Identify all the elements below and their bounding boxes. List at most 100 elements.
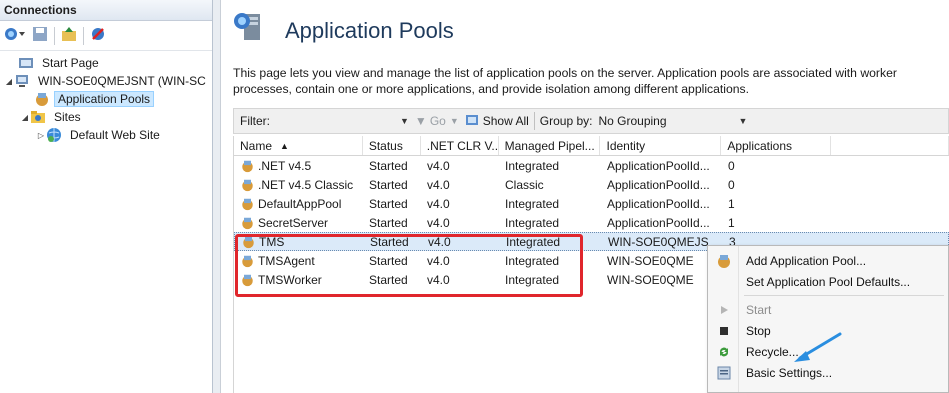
app-pool-icon xyxy=(240,159,258,173)
app-pools-icon xyxy=(36,93,48,106)
cell-applications: 1 xyxy=(728,196,735,211)
cell-managed-pipeline: Classic xyxy=(505,177,544,192)
group-by-select[interactable]: No Grouping xyxy=(598,114,738,128)
table-row[interactable]: .NET v4.5 Classic Started v4.0 Classic Appli… xyxy=(234,175,949,194)
menu-add-application-pool[interactable]: Add Application Pool... xyxy=(708,250,948,271)
menu-basic-settings[interactable]: Basic Settings... xyxy=(708,362,948,383)
tree-item-sites[interactable]: ◢ Sites xyxy=(0,108,212,126)
filter-dropdown-icon[interactable]: ▼ xyxy=(400,116,409,126)
cell-identity: ApplicationPoolId... xyxy=(607,158,710,173)
cell-name: .NET v4.5 xyxy=(234,159,363,173)
expand-icon[interactable]: ▷ xyxy=(36,131,46,140)
start-page-icon xyxy=(19,58,33,68)
cell-applications: 1 xyxy=(728,215,735,230)
cell-status: Started xyxy=(369,158,408,173)
col-status[interactable]: Status xyxy=(363,136,421,155)
cell-managed-pipeline: Integrated xyxy=(505,196,560,211)
pool-name: DefaultAppPool xyxy=(258,196,342,211)
cell-identity: WIN-SOE0QMEJS xyxy=(608,234,709,249)
disconnect-icon[interactable] xyxy=(90,26,106,45)
add-pool-icon xyxy=(718,254,730,268)
tree-item-default-web-site[interactable]: ▷ Default Web Site xyxy=(0,126,212,144)
up-level-icon[interactable] xyxy=(61,26,77,45)
pool-name: .NET v4.5 xyxy=(258,158,312,173)
page-description: This page lets you view and manage the l… xyxy=(233,66,897,96)
cell-clr-version: v4.0 xyxy=(427,215,450,230)
connections-tree: Start Page ◢ WIN-SOE0QMEJSNT (WIN-SC App… xyxy=(0,54,212,144)
col-applications[interactable]: Applications xyxy=(721,136,832,155)
connections-header: Connections xyxy=(0,0,212,21)
show-all-button[interactable]: Show All xyxy=(483,114,529,128)
app-pool-icon xyxy=(240,178,258,192)
go-dropdown-icon[interactable]: ▼ xyxy=(450,116,459,126)
cell-status: Started xyxy=(369,215,408,230)
cell-name: DefaultAppPool xyxy=(234,197,363,211)
app-pool-icon xyxy=(240,197,258,211)
cell-clr-version: v4.0 xyxy=(427,158,450,173)
cell-identity: ApplicationPoolId... xyxy=(607,196,710,211)
panel-splitter[interactable] xyxy=(213,0,221,393)
cell-name: .NET v4.5 Classic xyxy=(234,178,363,192)
app-pool-icon xyxy=(240,216,258,230)
context-menu: Add Application Pool... Set Application … xyxy=(707,245,949,393)
sites-folder-icon xyxy=(31,111,45,123)
go-funnel-icon: ▼ xyxy=(414,114,427,128)
col-managed-pipeline[interactable]: Managed Pipel... xyxy=(499,136,601,155)
recycle-icon xyxy=(719,347,729,356)
menu-set-defaults[interactable]: Set Application Pool Defaults... xyxy=(708,271,948,292)
cell-identity: WIN-SOE0QME xyxy=(607,272,694,287)
start-icon xyxy=(721,305,728,314)
annotation-arrow xyxy=(794,332,842,362)
connections-toolbar xyxy=(0,21,212,51)
connections-panel: Connections Start Page ◢ WIN-SOE0QMEJSNT… xyxy=(0,0,213,393)
col-identity[interactable]: Identity xyxy=(600,136,722,155)
collapse-icon[interactable]: ◢ xyxy=(4,77,14,86)
group-by-label: Group by: xyxy=(539,114,593,128)
collapse-icon[interactable]: ◢ xyxy=(20,113,30,122)
cell-status: Started xyxy=(369,196,408,211)
tree-item-start-page[interactable]: Start Page xyxy=(0,54,212,72)
cell-applications: 0 xyxy=(728,177,735,192)
cell-identity: WIN-SOE0QME xyxy=(607,253,694,268)
highlight-box xyxy=(235,234,583,297)
go-button[interactable]: Go xyxy=(430,114,446,128)
toolbar-separator-2 xyxy=(83,26,84,45)
menu-start[interactable]: Start xyxy=(708,299,948,320)
stop-icon xyxy=(720,326,728,335)
cell-status: Started xyxy=(369,177,408,192)
table-row[interactable]: .NET v4.5 Started v4.0 Integrated Applicatio… xyxy=(234,156,949,175)
table-row[interactable]: DefaultAppPool Started v4.0 Integrated Appli… xyxy=(234,194,949,213)
cell-clr-version: v4.0 xyxy=(427,177,450,192)
col-filler xyxy=(831,136,949,155)
sort-asc-icon: ▲ xyxy=(280,140,289,151)
filter-separator xyxy=(533,112,535,130)
page-title: Application Pools xyxy=(285,18,454,43)
menu-separator xyxy=(744,295,944,296)
cell-identity: ApplicationPoolId... xyxy=(607,215,710,230)
filter-bar: Filter: ▼ ▼ Go ▼ Show All Group by: No G… xyxy=(233,108,949,134)
cell-managed-pipeline: Integrated xyxy=(505,158,560,173)
server-icon xyxy=(16,75,28,87)
basic-settings-icon xyxy=(717,366,731,379)
pool-name: SecretServer xyxy=(258,215,329,230)
filter-label[interactable]: Filter: xyxy=(234,114,400,128)
pool-name: .NET v4.5 Classic xyxy=(258,177,354,192)
grid-header: Name ▲ Status .NET CLR V... Managed Pipel… xyxy=(234,136,949,156)
col-clr-version[interactable]: .NET CLR V... xyxy=(421,136,499,155)
globe-icon xyxy=(47,128,61,142)
cell-managed-pipeline: Integrated xyxy=(505,215,560,230)
tree-item-application-pools[interactable]: Application Pools xyxy=(0,90,212,108)
show-all-icon xyxy=(465,113,481,130)
col-name[interactable]: Name ▲ xyxy=(234,136,363,155)
cell-clr-version: v4.0 xyxy=(427,196,450,211)
table-row[interactable]: SecretServer Started v4.0 Integrated Applica… xyxy=(234,213,949,232)
group-by-dropdown-icon[interactable]: ▼ xyxy=(738,116,747,126)
save-icon[interactable] xyxy=(32,26,48,45)
application-pools-title-icon xyxy=(234,13,260,40)
connect-icon[interactable] xyxy=(4,26,26,45)
tree-item-server[interactable]: ◢ WIN-SOE0QMEJSNT (WIN-SC xyxy=(0,72,212,90)
cell-applications: 0 xyxy=(728,158,735,173)
toolbar-separator xyxy=(54,26,55,45)
cell-identity: ApplicationPoolId... xyxy=(607,177,710,192)
cell-name: SecretServer xyxy=(234,216,363,230)
